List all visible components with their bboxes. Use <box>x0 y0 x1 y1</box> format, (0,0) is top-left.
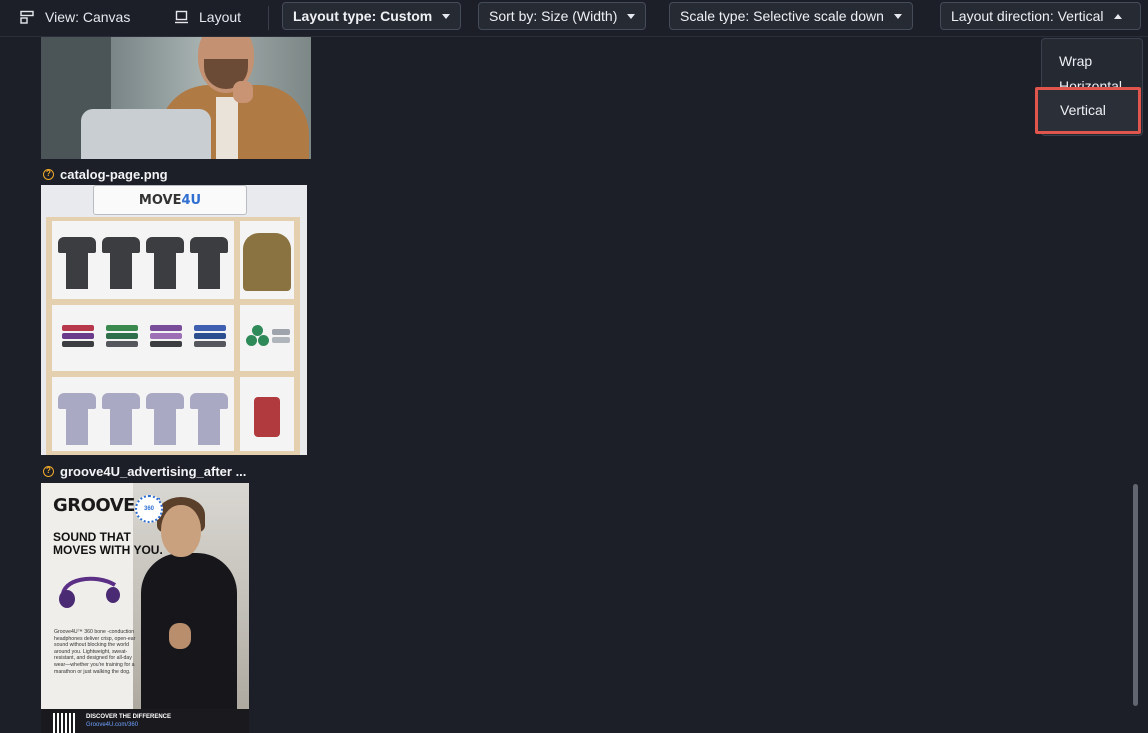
tshirt <box>102 387 140 445</box>
folded-shirt <box>106 325 138 331</box>
brand-prefix: MOVE <box>138 192 182 208</box>
brand-suffix: 4U <box>181 192 202 208</box>
folded-shirt <box>150 333 182 339</box>
chevron-down-icon <box>627 13 636 19</box>
canvas-item-label: ? groove4U_advertising_after ... <box>43 463 246 479</box>
ad-footer: DISCOVER THE DIFFERENCE Groove4U.com/360 <box>41 709 249 733</box>
ball <box>258 335 269 346</box>
canvas-image-groove-ad[interactable]: GROOVE4U 360 SOUND THAT MOVES WITH YOU. … <box>41 483 249 733</box>
ad-cta: DISCOVER THE DIFFERENCE <box>86 714 172 720</box>
folded-shirt <box>62 325 94 331</box>
image-figure-shirt <box>216 97 238 159</box>
canvas-image-catalog-page[interactable]: MOVE 4U <box>41 185 307 455</box>
canvas[interactable]: ? catalog-page.png MOVE 4U ? groove4U_ad… <box>0 37 1130 733</box>
shelf-cell <box>240 305 294 371</box>
layout-icon <box>174 10 189 25</box>
layout-label: Layout <box>199 9 242 25</box>
folded-item <box>272 329 290 335</box>
layout-type-dropdown[interactable]: Layout type: Custom <box>282 2 462 30</box>
qr-code-icon <box>53 713 75 733</box>
sort-by-dropdown[interactable]: Sort by: Size (Width) <box>478 2 647 30</box>
ad-logo-prefix: GROOVE <box>53 495 135 516</box>
shelf-cell <box>52 221 234 299</box>
menu-item-wrap[interactable]: Wrap <box>1059 53 1092 69</box>
ball <box>246 335 257 346</box>
headphones-icon <box>59 576 120 608</box>
layout-type-label: Layout type: Custom <box>293 8 433 24</box>
folded-shirt <box>194 325 226 331</box>
ad-badge: 360 <box>135 495 163 523</box>
toolbar: View: Canvas Layout Layout type: Custom … <box>0 0 1148 37</box>
warning-icon: ? <box>43 168 54 180</box>
folded-shirt <box>194 341 226 347</box>
tshirt <box>58 387 96 445</box>
layout-button[interactable]: Layout <box>174 6 241 28</box>
canvas-image-man-laptop[interactable] <box>41 37 311 159</box>
menu-item-vertical-highlight[interactable]: Vertical <box>1035 87 1141 134</box>
folded-shirt <box>150 341 182 347</box>
ad-body-text: Groove4U™ 360 bone -conduction headphone… <box>54 629 136 675</box>
folded-shirt <box>106 341 138 347</box>
tshirt <box>146 387 184 445</box>
image-shelf-unit <box>46 217 300 455</box>
hoodie <box>243 233 291 291</box>
toolbar-divider <box>268 6 269 30</box>
scale-type-label: Scale type: Selective scale down <box>680 8 884 24</box>
ad-runner-head <box>161 505 201 557</box>
canvas-view-icon <box>20 10 35 25</box>
shorts <box>254 397 280 437</box>
view-canvas-button[interactable]: View: Canvas <box>20 6 130 28</box>
folded-shirt <box>62 333 94 339</box>
brand-sign: MOVE 4U <box>93 185 247 215</box>
folded-shirt <box>62 341 94 347</box>
shelf-cell <box>52 377 234 451</box>
folded-shirt <box>106 333 138 339</box>
canvas-item-filename: groove4U_advertising_after ... <box>60 463 247 479</box>
tshirt <box>190 387 228 445</box>
tshirt <box>58 231 96 289</box>
tshirt <box>190 231 228 289</box>
sort-by-label: Sort by: Size (Width) <box>489 8 618 24</box>
ad-url: Groove4U.com/360 <box>86 722 139 728</box>
ball <box>252 325 263 336</box>
image-laptop <box>81 109 211 159</box>
chevron-down-icon <box>893 13 902 19</box>
shelf-cell <box>52 305 234 371</box>
scale-type-dropdown[interactable]: Scale type: Selective scale down <box>669 2 913 30</box>
warning-icon: ? <box>43 465 54 477</box>
ad-headline: SOUND THAT MOVES WITH YOU. <box>53 530 163 557</box>
image-figure-hand <box>233 81 253 103</box>
canvas-item-label: ? catalog-page.png <box>43 166 168 182</box>
chevron-up-icon <box>1113 13 1122 19</box>
shelf-cell <box>240 377 294 451</box>
ad-runner-hand <box>169 623 191 649</box>
tshirt <box>102 231 140 289</box>
layout-direction-label: Layout direction: Vertical <box>951 8 1104 24</box>
chevron-down-icon <box>442 13 451 19</box>
folded-shirt <box>194 333 226 339</box>
shelf-cell <box>240 221 294 299</box>
tshirt <box>146 231 184 289</box>
vertical-scrollbar-thumb[interactable] <box>1133 484 1138 706</box>
canvas-item-filename: catalog-page.png <box>60 166 168 182</box>
layout-direction-dropdown[interactable]: Layout direction: Vertical <box>940 2 1141 30</box>
menu-item-vertical[interactable]: Vertical <box>1060 102 1106 118</box>
folded-shirt <box>150 325 182 331</box>
folded-item <box>272 337 290 343</box>
view-canvas-label: View: Canvas <box>45 9 131 25</box>
